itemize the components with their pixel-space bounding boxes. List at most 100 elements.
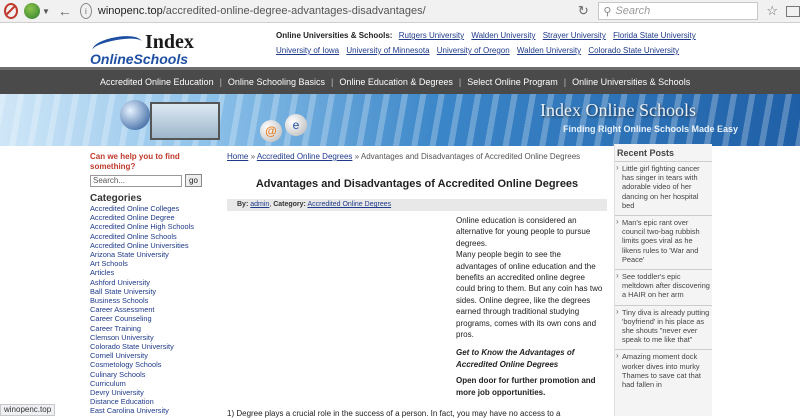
- recent-post-link[interactable]: Tiny diva is already putting 'boyfriend'…: [615, 304, 712, 347]
- banner-subtitle: Finding Right Online Schools Made Easy: [563, 124, 739, 134]
- nav-online-education-degrees[interactable]: Online Education & Degrees: [335, 77, 457, 87]
- category-link[interactable]: Accredited Online Degree: [90, 213, 202, 222]
- at-sign-icon: @: [260, 120, 282, 142]
- article-title: Advantages and Disadvantages of Accredit…: [255, 178, 579, 190]
- link-strayer[interactable]: Strayer University: [543, 31, 606, 40]
- search-placeholder: Search: [615, 5, 651, 17]
- site-logo[interactable]: Index OnlineSchools: [90, 31, 210, 67]
- link-walden[interactable]: Walden University: [471, 31, 535, 40]
- categories-list: Accredited Online Colleges Accredited Onl…: [90, 204, 202, 416]
- info-icon[interactable]: i: [79, 3, 92, 19]
- link-rutgers[interactable]: Rutgers University: [399, 31, 464, 40]
- url-path: /accredited-online-degree-advantages-dis…: [162, 5, 426, 17]
- recent-post-link[interactable]: Little girl fighting cancer has singer i…: [615, 161, 712, 212]
- categories-heading: Categories: [90, 193, 142, 204]
- byline-category-label: Category:: [273, 201, 306, 208]
- recent-posts-heading: Recent Posts: [617, 148, 675, 158]
- bookmark-star-icon[interactable]: ☆: [766, 3, 778, 19]
- category-link[interactable]: Ashford University: [90, 278, 202, 287]
- recent-posts-sidebar: Recent Posts Little girl fighting cancer…: [614, 144, 712, 416]
- sidebar-search-input[interactable]: Search...: [90, 174, 182, 187]
- status-bar-url: winopenc.top: [0, 404, 56, 416]
- link-minnesota[interactable]: University of Minnesota: [346, 46, 429, 55]
- breadcrumb-home[interactable]: Home: [227, 152, 248, 161]
- breadcrumb: Home » Accredited Online Degrees » Advan…: [227, 152, 607, 161]
- category-link[interactable]: East Carolina University: [90, 406, 202, 415]
- category-link[interactable]: Colorado State University: [90, 342, 202, 351]
- left-sidebar: Can we help you to find something? Searc…: [90, 152, 202, 416]
- article-strong-text: Open door for further promotion and more…: [456, 376, 596, 397]
- category-link[interactable]: Clemson University: [90, 333, 202, 342]
- category-link[interactable]: Accredited Online Colleges: [90, 204, 202, 213]
- browser-toolbar: ▼ ← i winopenc.top/accredited-online-deg…: [0, 0, 800, 23]
- search-icon: ⚲: [603, 5, 612, 18]
- university-links: Online Universities & Schools: Rutgers U…: [276, 28, 701, 58]
- breadcrumb-separator: »: [354, 152, 360, 161]
- category-link[interactable]: Accredited Online Universities: [90, 241, 202, 250]
- link-oregon[interactable]: University of Oregon: [437, 46, 510, 55]
- article-paragraph: 1) Degree plays a crucial role in the su…: [227, 409, 561, 418]
- category-link[interactable]: Curriculum: [90, 379, 202, 388]
- link-colorado-state[interactable]: Colorado State University: [588, 46, 679, 55]
- chevron-down-icon[interactable]: ▼: [42, 7, 50, 16]
- link-florida-state[interactable]: Florida State University: [613, 31, 696, 40]
- breadcrumb-separator: »: [250, 152, 256, 161]
- category-link[interactable]: Business Schools: [90, 296, 202, 305]
- globe-icon: [120, 100, 150, 130]
- sidebar-search: Search... go: [90, 174, 202, 187]
- site-header: Index OnlineSchools Online Universities …: [0, 23, 800, 67]
- article-body: Online education is considered an altern…: [456, 215, 604, 398]
- category-link[interactable]: Accredited Online Schools: [90, 232, 202, 241]
- e-sign-icon: e: [285, 114, 307, 136]
- header-banner: @ e Index Online Schools Finding Right O…: [0, 94, 800, 146]
- reader-view-icon[interactable]: [786, 5, 800, 17]
- extension-icon[interactable]: [24, 3, 40, 19]
- nav-online-universities-schools[interactable]: Online Universities & Schools: [568, 77, 694, 87]
- category-link[interactable]: Articles: [90, 268, 202, 277]
- link-iowa[interactable]: University of Iowa: [276, 46, 339, 55]
- nav-select-online-program[interactable]: Select Online Program: [463, 77, 562, 87]
- article-paragraph: Online education is considered an altern…: [456, 216, 591, 248]
- category-link[interactable]: Accredited Online Degrees: [307, 201, 391, 208]
- link-walden-2[interactable]: Walden University: [517, 46, 581, 55]
- logo-text-onlineschools: OnlineSchools: [90, 51, 189, 67]
- category-link[interactable]: Career Counseling: [90, 314, 202, 323]
- university-links-label: Online Universities & Schools:: [276, 31, 393, 40]
- nav-accredited-online-education[interactable]: Accredited Online Education: [96, 77, 218, 87]
- category-link[interactable]: Career Assessment: [90, 305, 202, 314]
- recent-post-link[interactable]: See toddler's epic meltdown after discov…: [615, 269, 712, 302]
- category-link[interactable]: Distance Education: [90, 397, 202, 406]
- category-link[interactable]: Art Schools: [90, 259, 202, 268]
- category-link[interactable]: Devry University: [90, 388, 202, 397]
- category-link[interactable]: Cornell University: [90, 351, 202, 360]
- address-bar[interactable]: winopenc.top/accredited-online-degree-ad…: [98, 5, 574, 17]
- main-nav: Accredited Online Education | Online Sch…: [0, 67, 800, 94]
- category-link[interactable]: Cosmetology Schools: [90, 360, 202, 369]
- recent-post-link[interactable]: Amazing moment dock worker dives into mu…: [615, 349, 712, 391]
- recent-posts-list: Little girl fighting cancer has singer i…: [615, 161, 712, 391]
- main-content: Home » Accredited Online Degrees » Advan…: [227, 152, 607, 418]
- article-byline: By: admin, Category: Accredited Online D…: [227, 199, 607, 211]
- recent-post-link[interactable]: Man's epic rant over council two-bag rub…: [615, 215, 712, 266]
- article-blank-column: [227, 217, 449, 407]
- reload-icon[interactable]: ↻: [574, 3, 592, 19]
- go-button[interactable]: go: [185, 174, 202, 187]
- category-link[interactable]: Arizona State University: [90, 250, 202, 259]
- back-arrow-icon[interactable]: ←: [58, 3, 72, 19]
- nav-online-schooling-basics[interactable]: Online Schooling Basics: [224, 77, 329, 87]
- breadcrumb-category[interactable]: Accredited Online Degrees: [257, 152, 353, 161]
- url-host: winopenc.top: [97, 5, 163, 17]
- author-link[interactable]: admin: [250, 201, 269, 208]
- blocked-icon[interactable]: [4, 3, 18, 19]
- banner-title: Index Online Schools: [540, 100, 696, 120]
- category-link[interactable]: Culinary Schools: [90, 370, 202, 379]
- article-paragraph: Many people begin to see the advantages …: [456, 250, 603, 340]
- category-link[interactable]: Career Training: [90, 324, 202, 333]
- browser-search-input[interactable]: ⚲ Search: [598, 2, 759, 20]
- search-help-text: Can we help you to find something?: [90, 152, 180, 171]
- article-subheading: Get to Know the Advantages of Accredited…: [456, 348, 575, 369]
- breadcrumb-current: Advantages and Disadvantages of Accredit…: [360, 152, 581, 161]
- byline-by-label: By:: [237, 201, 249, 208]
- category-link[interactable]: Accredited Online High Schools: [90, 222, 202, 231]
- category-link[interactable]: Ball State University: [90, 287, 202, 296]
